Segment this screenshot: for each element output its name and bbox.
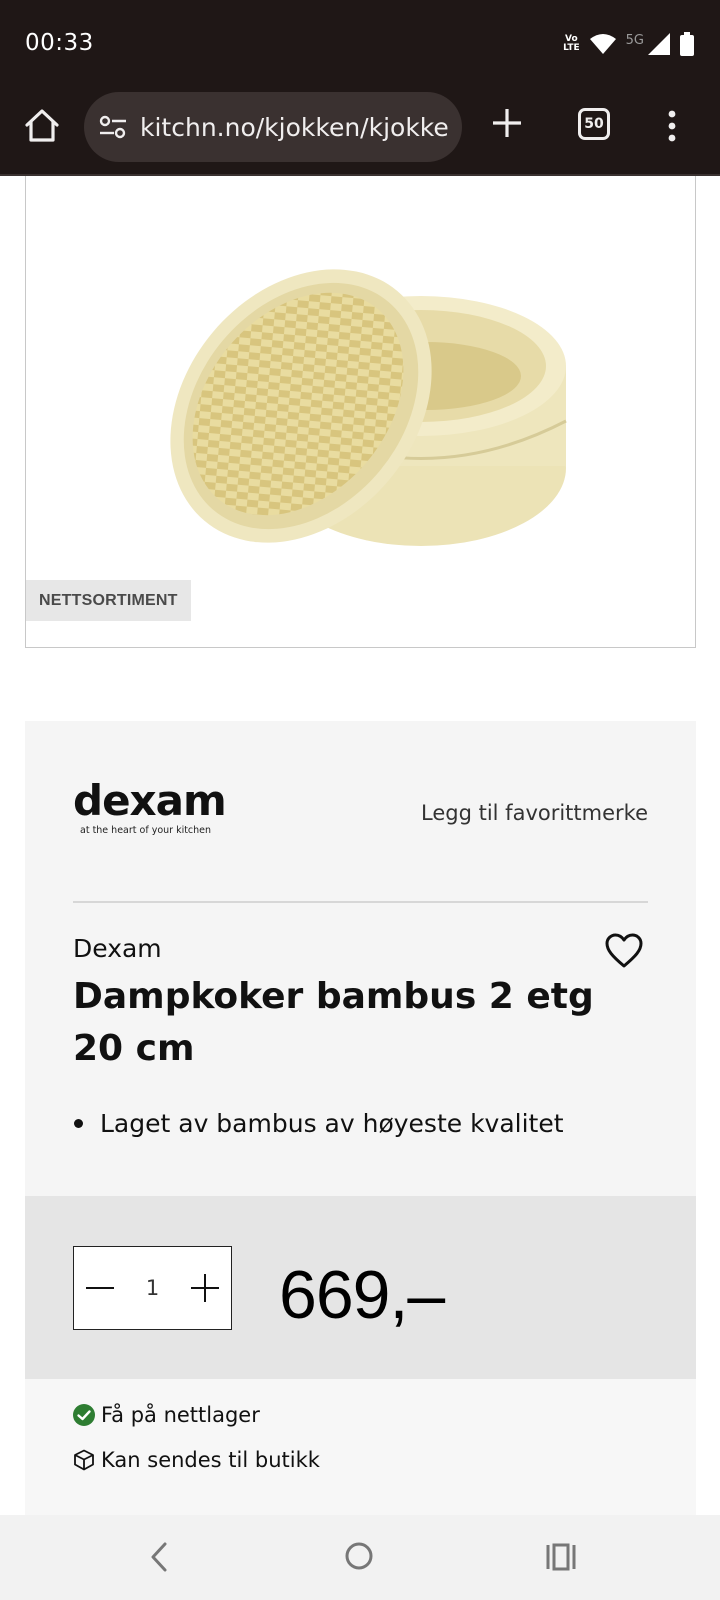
online-stock-row: Få på nettlager xyxy=(73,1403,260,1427)
feature-item: Laget av bambus av høyeste kvalitet xyxy=(73,1109,564,1138)
brand-logo-tagline: at the heart of your kitchen xyxy=(80,825,212,836)
more-menu-icon[interactable] xyxy=(667,110,677,142)
ship-to-store-row: Kan sendes til butikk xyxy=(73,1448,320,1472)
browser-toolbar: kitchn.no/kjokken/kjokke 50 xyxy=(0,88,720,176)
network-type: 5G xyxy=(625,32,644,48)
wifi-icon xyxy=(589,34,616,54)
system-nav-bar xyxy=(0,1515,720,1600)
product-info-panel: dexam at the heart of your kitchen Legg … xyxy=(25,721,696,1196)
home-icon[interactable] xyxy=(22,106,62,146)
feature-list: Laget av bambus av høyeste kvalitet xyxy=(73,1109,564,1138)
increase-quantity-button[interactable] xyxy=(179,1247,231,1329)
brand-logo-word: dexam xyxy=(73,776,227,825)
divider xyxy=(73,901,648,903)
minus-icon xyxy=(86,1287,114,1289)
product-image-card[interactable]: NETTSORTIMENT xyxy=(25,176,696,648)
signal-icon xyxy=(648,33,670,55)
tabs-button[interactable]: 50 xyxy=(578,108,610,140)
add-favorite-brand-link[interactable]: Legg til favorittmerke xyxy=(421,801,648,825)
volte-icon: Vo LTE xyxy=(563,34,580,53)
quantity-value[interactable]: 1 xyxy=(146,1276,159,1300)
url-text[interactable]: kitchn.no/kjokken/kjokke xyxy=(140,113,449,142)
stock-panel: Få på nettlager Kan sendes til butikk xyxy=(25,1379,696,1515)
brand-logo[interactable]: dexam at the heart of your kitchen xyxy=(73,776,227,837)
price: 669,– xyxy=(279,1257,445,1333)
availability-badge: NETTSORTIMENT xyxy=(26,580,191,621)
plus-icon xyxy=(191,1274,219,1302)
package-icon xyxy=(74,1449,94,1471)
quantity-stepper[interactable]: 1 xyxy=(73,1246,232,1330)
address-bar[interactable]: kitchn.no/kjokken/kjokke xyxy=(84,92,462,162)
online-stock-label: Få på nettlager xyxy=(101,1403,260,1427)
status-icons: Vo LTE 5G xyxy=(563,30,694,58)
recent-apps-icon[interactable] xyxy=(545,1543,577,1571)
clock: 00:33 xyxy=(25,30,94,56)
check-circle-icon xyxy=(73,1404,95,1426)
back-icon[interactable] xyxy=(148,1541,170,1573)
brand-name[interactable]: Dexam xyxy=(73,934,162,963)
site-settings-icon[interactable] xyxy=(98,114,128,140)
price-panel: 1 669,– xyxy=(25,1196,696,1379)
new-tab-icon[interactable] xyxy=(490,106,524,140)
product-image[interactable] xyxy=(136,246,576,556)
heart-icon[interactable] xyxy=(605,933,643,969)
decrease-quantity-button[interactable] xyxy=(74,1247,126,1329)
home-circle-icon[interactable] xyxy=(344,1541,374,1571)
product-title: Dampkoker bambus 2 etg 20 cm xyxy=(73,976,594,1069)
battery-icon xyxy=(680,32,694,56)
status-bar: 00:33 Vo LTE 5G xyxy=(0,0,720,88)
tab-count: 50 xyxy=(584,116,604,132)
ship-to-store-label: Kan sendes til butikk xyxy=(101,1448,320,1472)
